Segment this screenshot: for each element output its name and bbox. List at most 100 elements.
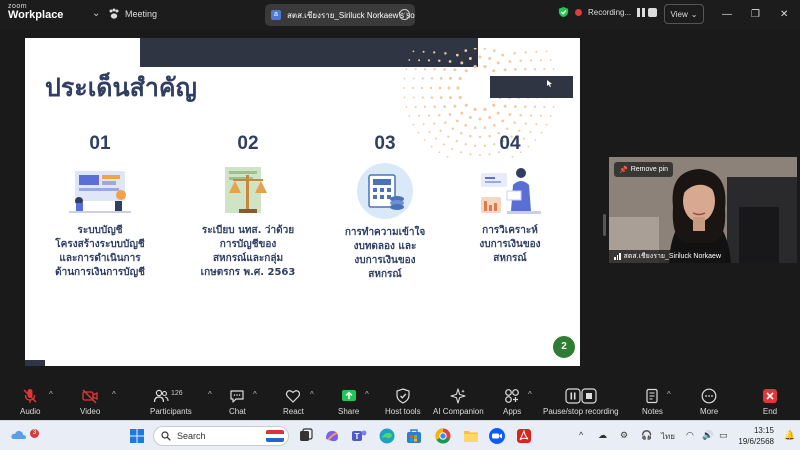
end-button[interactable]: End	[762, 388, 778, 416]
decorative-dot	[483, 107, 487, 111]
settings-tray-icon[interactable]: ⚙	[620, 430, 628, 441]
task-view-button[interactable]	[297, 427, 315, 445]
restore-icon[interactable]: ❐	[751, 9, 760, 20]
wifi-icon[interactable]: ◠	[686, 430, 694, 441]
topic-line: งบการเงินของ	[354, 255, 416, 266]
ai-companion-button[interactable]: AI Companion	[433, 388, 484, 416]
pause-stop-recording-button[interactable]: Pause/stop recording	[543, 388, 619, 416]
decorative-dot	[543, 105, 546, 108]
decorative-dot	[414, 105, 417, 108]
paw-icon	[109, 8, 119, 19]
audio-button[interactable]: Audio ^	[20, 388, 53, 416]
decorative-dot	[448, 113, 452, 116]
decorative-dot	[439, 129, 442, 132]
chat-options-chevron-icon[interactable]: ^	[253, 390, 257, 399]
close-icon[interactable]: ✕	[780, 9, 788, 20]
apps-button[interactable]: Apps ^	[503, 388, 532, 416]
decorative-dot	[501, 53, 505, 57]
decorative-dot	[508, 60, 512, 63]
decorative-dot	[408, 115, 411, 117]
language-indicator[interactable]: ไทย	[661, 430, 675, 443]
participants-button[interactable]: 126 Participants ^	[150, 388, 212, 416]
react-button[interactable]: React ^	[283, 388, 314, 416]
taskbar-search-input[interactable]: Search	[153, 426, 289, 446]
notes-options-chevron-icon[interactable]: ^	[667, 390, 671, 399]
file-explorer-app[interactable]	[462, 427, 480, 445]
video-button[interactable]: Video ^	[80, 388, 116, 416]
decorative-dot	[438, 59, 441, 63]
topic-line: สหกรณ์และกลุ่ม	[212, 253, 284, 264]
host-shield-icon	[396, 388, 410, 404]
split-view-drag-handle[interactable]	[603, 214, 606, 236]
zoom-app[interactable]	[488, 427, 506, 445]
decorative-dot	[483, 126, 487, 130]
store-app[interactable]	[405, 427, 423, 445]
video-options-chevron-icon[interactable]: ^	[112, 390, 116, 399]
notification-bell-icon[interactable]: 🔔	[784, 430, 795, 441]
decorative-dot	[488, 116, 492, 119]
weather-widget[interactable]: 3	[10, 426, 39, 444]
topic-line: ระเบียบ นทส. ว่าด้วย	[201, 225, 295, 236]
decorative-dot	[458, 95, 462, 100]
decorative-dot	[518, 129, 521, 132]
topic-line: เกษตรกร พ.ศ. 2563	[200, 267, 296, 278]
share-options-chevron-icon[interactable]: ^	[365, 390, 369, 399]
start-button[interactable]	[128, 427, 146, 445]
pause-recording-icon[interactable]	[637, 7, 646, 17]
decorative-dot	[468, 57, 472, 60]
minimize-icon[interactable]: —	[722, 9, 732, 20]
decorative-dot	[549, 115, 552, 117]
decorative-dot	[420, 86, 424, 90]
decorative-dot	[438, 86, 442, 90]
share-screen-icon	[341, 390, 356, 401]
participant-video-tile[interactable]: 📌 Remove pin สตส.เชียงราย_Siriluck Norka…	[609, 157, 797, 263]
remove-pin-button[interactable]: 📌 Remove pin	[614, 162, 674, 177]
slide-title: ประเด็นสำคัญ	[45, 73, 197, 102]
chrome-app[interactable]	[434, 427, 452, 445]
decorative-dot	[412, 96, 415, 99]
chat-label: Chat	[229, 407, 246, 416]
windows-taskbar: 3 Search T ^ ☁ ⚙ 🎧 ไทย ◠ 🔊 ▭ 13:15 19/6/…	[0, 420, 800, 450]
more-options-icon[interactable]: ···	[399, 9, 410, 20]
stop-recording-icon[interactable]	[648, 7, 658, 17]
copilot-app[interactable]	[323, 427, 341, 445]
pin-icon: 📌	[619, 166, 628, 174]
react-options-chevron-icon[interactable]: ^	[310, 390, 314, 399]
decorative-dot	[513, 121, 516, 124]
tray-overflow-chevron-icon[interactable]: ^	[579, 430, 583, 440]
audio-options-chevron-icon[interactable]: ^	[49, 390, 53, 399]
chat-button[interactable]: Chat ^	[229, 388, 257, 416]
decorative-dot	[508, 113, 512, 116]
shared-screen-tab[interactable]: a สตส.เชียงราย_Siriluck Norkaew's so ···	[265, 4, 415, 26]
acrobat-app[interactable]	[515, 427, 533, 445]
decorative-dot	[501, 119, 505, 123]
cloud-sync-icon[interactable]: ☁	[598, 430, 607, 441]
decorative-dot	[449, 76, 452, 80]
decorative-dot	[535, 123, 538, 126]
share-button[interactable]: Share ^	[338, 388, 369, 416]
teams-app[interactable]: T	[350, 427, 368, 445]
decorative-dot	[423, 105, 427, 108]
apps-options-chevron-icon[interactable]: ^	[528, 390, 532, 399]
taskbar-clock[interactable]: 13:15 19/6/2568	[738, 425, 774, 447]
decorative-dot	[492, 49, 496, 52]
edge-app[interactable]	[378, 427, 396, 445]
battery-icon[interactable]: ▭	[719, 430, 728, 441]
decorative-dot	[455, 53, 459, 57]
headset-icon[interactable]: 🎧	[641, 430, 652, 441]
participants-options-chevron-icon[interactable]: ^	[208, 390, 212, 399]
meeting-tab[interactable]: Meeting	[108, 8, 157, 20]
chevron-down-icon[interactable]: ⌄	[92, 8, 100, 19]
pdf-reader-icon	[517, 429, 531, 443]
mouse-cursor-icon	[547, 80, 552, 87]
host-tools-button[interactable]: Host tools	[385, 388, 421, 416]
shield-check-icon[interactable]	[558, 6, 569, 18]
windows-logo-icon	[130, 429, 144, 443]
volume-icon[interactable]: 🔊	[702, 430, 713, 441]
view-button[interactable]: View ⌄	[664, 4, 704, 24]
page-number-badge: 2	[553, 336, 575, 358]
more-button[interactable]: More	[700, 388, 718, 416]
notes-button[interactable]: Notes ^	[642, 388, 671, 416]
clock-time: 13:15	[753, 426, 774, 435]
decorative-dot	[473, 48, 477, 50]
